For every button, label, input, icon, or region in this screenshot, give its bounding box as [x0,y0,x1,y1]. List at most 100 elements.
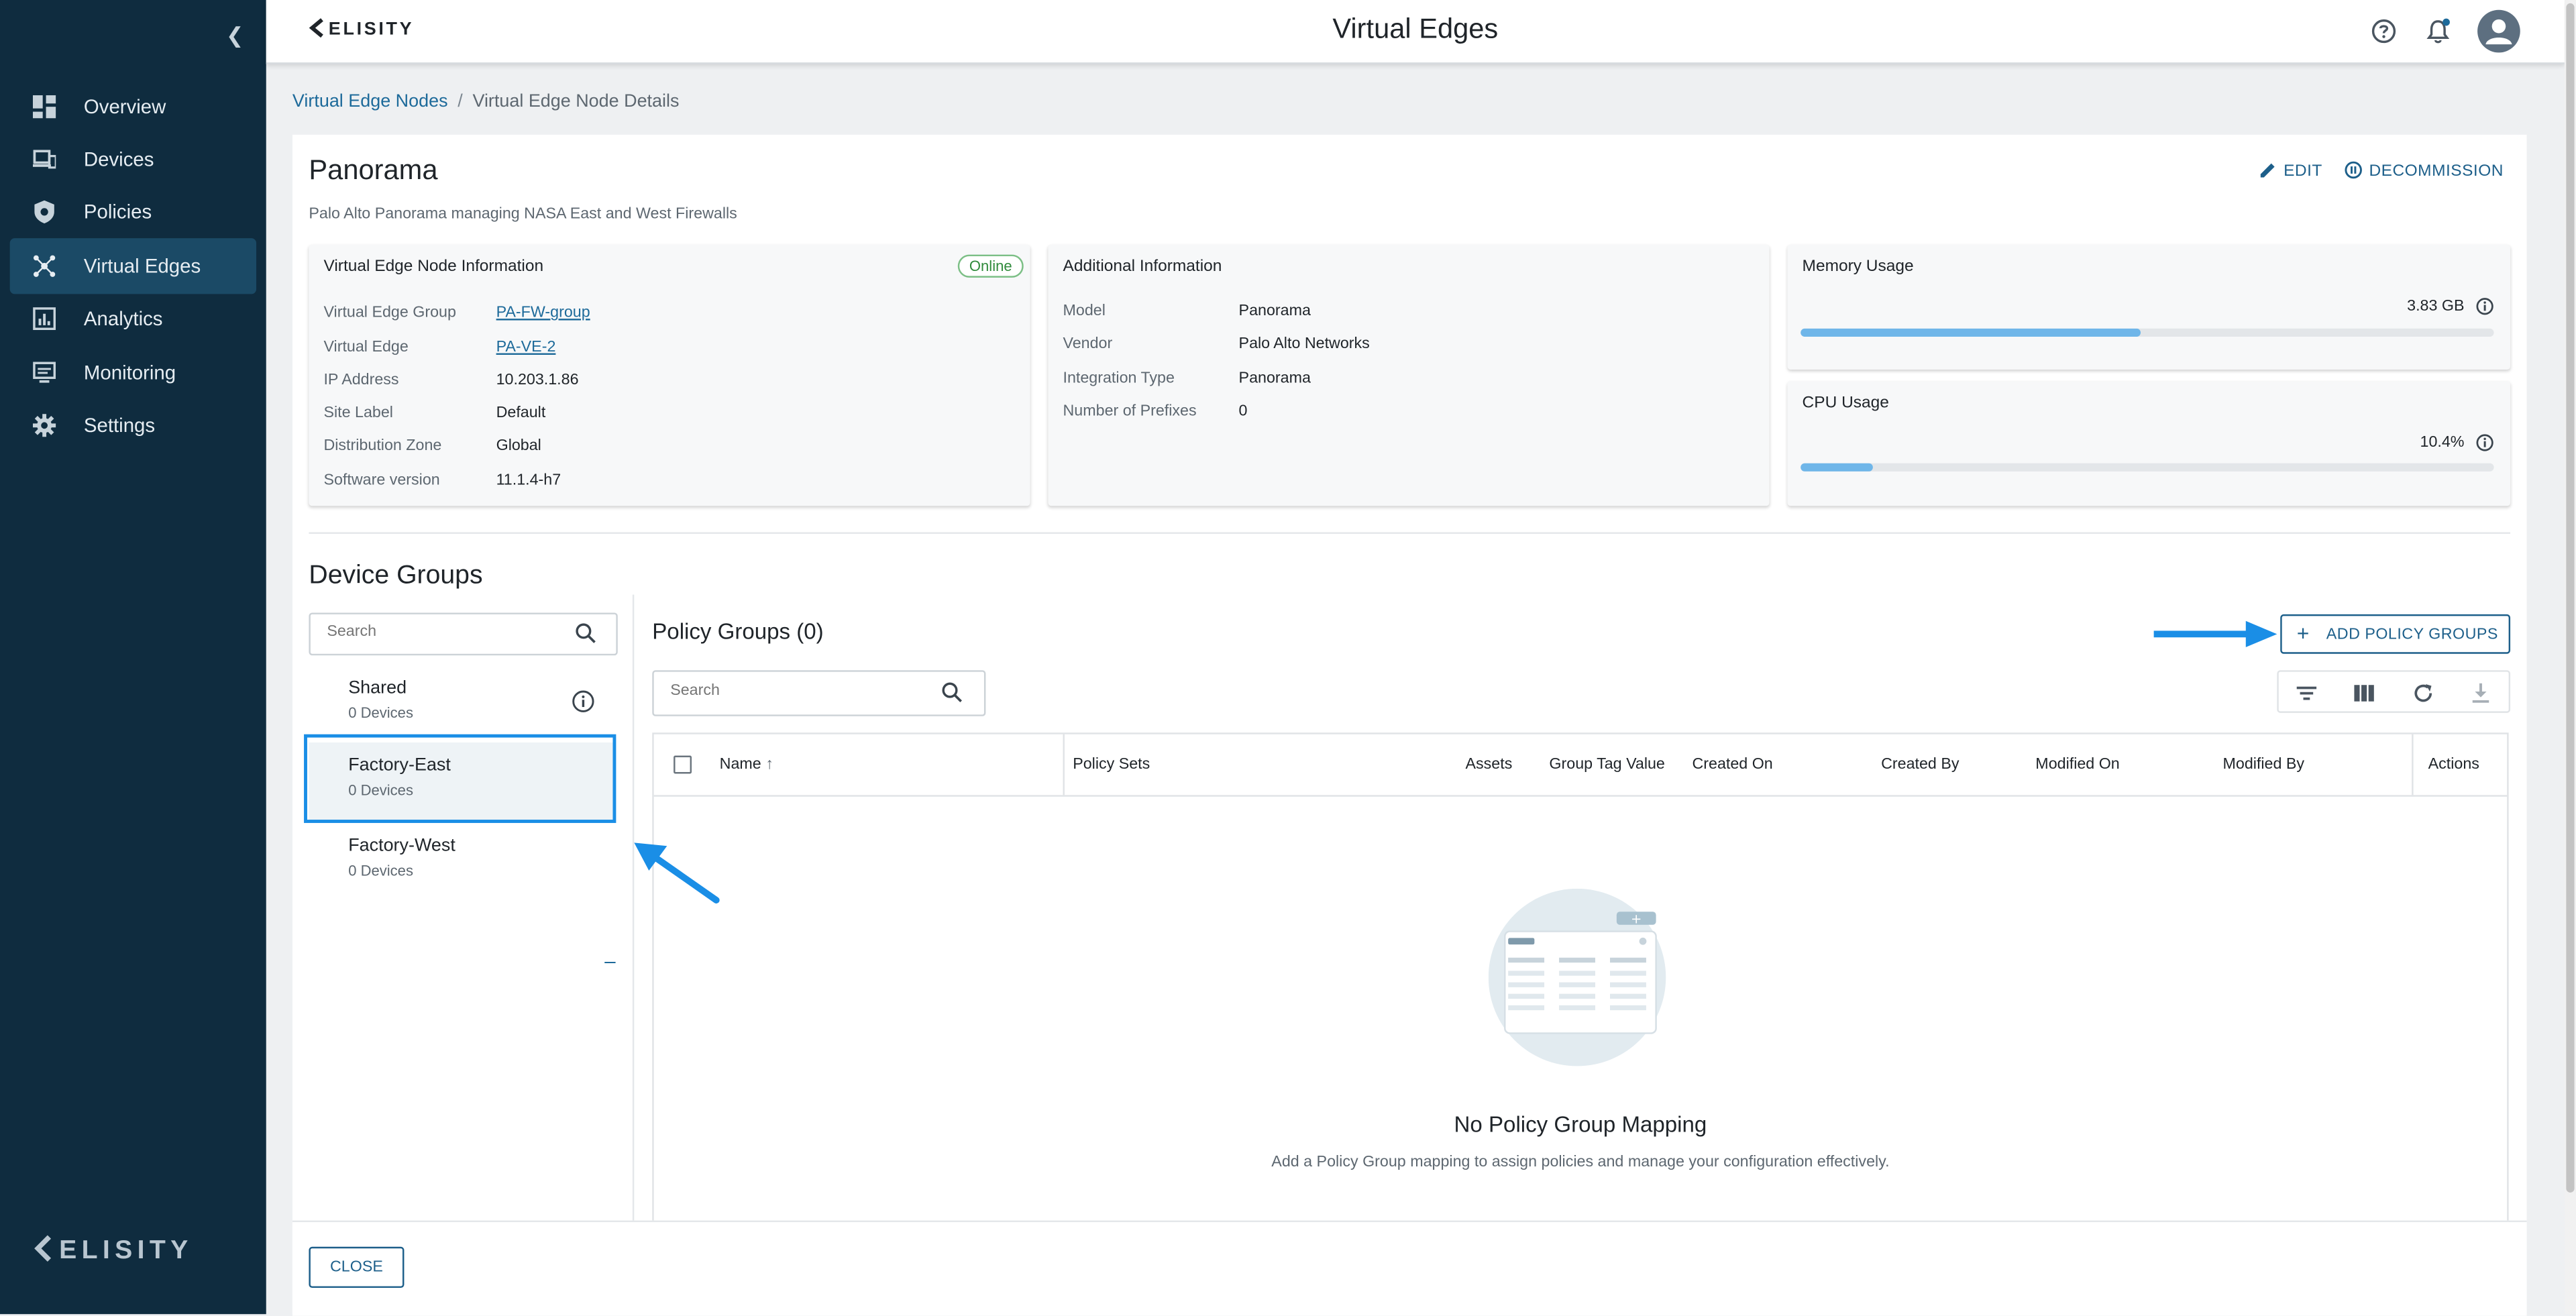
cpu-usage-bar [1801,463,2494,472]
divider [632,594,635,1223]
sidebar-item-label: Settings [83,414,156,437]
shield-icon [34,200,54,224]
svg-text:+: + [1631,911,1642,926]
info-value: Default [496,404,546,423]
edit-button[interactable]: EDIT [2259,161,2322,180]
columns-icon[interactable] [2353,681,2375,704]
sidebar-item-monitoring[interactable]: Monitoring [10,345,256,400]
sort-ascending-icon: ↑ [765,755,773,774]
column-header-modified-by[interactable]: Modified By [2222,756,2304,774]
info-key: Vendor [1063,335,1113,353]
info-value: 0 [1238,402,1248,421]
info-key: Software version [323,471,440,490]
column-header-modified-on[interactable]: Modified On [2035,756,2119,774]
column-header-name[interactable]: Name ↑ [720,756,773,774]
cpu-usage-value: 10.4% [2420,433,2465,452]
sidebar-logo: ELISITY [33,1235,193,1267]
filter-icon[interactable] [2295,681,2318,704]
device-group-name: Shared [348,678,407,698]
virtual-edge-group-link[interactable]: PA-FW-group [496,304,590,322]
sidebar-item-analytics[interactable]: Analytics [10,290,256,346]
info-key: Distribution Zone [323,437,442,455]
info-key: Virtual Edge Group [323,304,456,323]
policy-groups-table: Name ↑ Policy Sets Assets Group Tag Valu… [652,732,2509,1223]
sidebar-item-overview[interactable]: Overview [10,79,256,135]
policy-group-search[interactable] [652,670,986,716]
device-group-count: 0 Devices [348,862,413,879]
device-group-search-input[interactable] [323,620,577,643]
scrollbar-thumb[interactable] [2566,3,2575,1193]
breadcrumb-link-virtual-edge-nodes[interactable]: Virtual Edge Nodes [292,92,448,111]
search-icon[interactable] [941,681,963,703]
pencil-icon [2260,163,2275,178]
info-icon[interactable] [2476,434,2494,452]
notification-bell-icon[interactable] [2423,16,2453,46]
info-key: Site Label [323,404,393,423]
breadcrumb-separator: / [458,92,463,112]
info-icon[interactable] [572,690,594,713]
column-header-policy-sets[interactable]: Policy Sets [1073,756,1150,774]
policy-group-search-input[interactable] [667,679,936,702]
gear-icon [32,414,56,437]
sidebar-item-virtual-edges[interactable]: Virtual Edges [9,238,257,294]
empty-state-title: No Policy Group Mapping [1454,1111,1707,1137]
add-policy-groups-button[interactable]: + ADD POLICY GROUPS [2280,614,2511,654]
device-group-search[interactable] [309,612,618,656]
annotation-arrow-right-icon [2153,620,2277,647]
sidebar-item-label: Devices [83,148,154,171]
memory-usage-fill [1801,328,2141,337]
breadcrumb-current: Virtual Edge Node Details [472,92,680,112]
download-icon[interactable] [2469,681,2492,704]
refresh-icon[interactable] [2412,681,2434,704]
column-header-actions: Actions [2428,755,2479,774]
close-button[interactable]: CLOSE [309,1246,405,1288]
column-header-group-tag-value[interactable]: Group Tag Value [1549,756,1664,774]
status-badge: Online [957,254,1024,278]
column-header-assets[interactable]: Assets [1466,756,1513,774]
collapse-sidebar-icon[interactable]: ❮ [223,23,246,49]
select-all-checkbox[interactable] [674,755,692,774]
table-toolbar [2277,670,2511,713]
column-header-created-on[interactable]: Created On [1692,756,1772,774]
network-icon [33,255,56,277]
table-header: Name ↑ Policy Sets Assets Group Tag Valu… [653,734,2508,797]
device-group-shared[interactable]: Shared 0 Devices [309,665,614,745]
panel-title: Additional Information [1063,258,1222,276]
device-group-factory-west[interactable]: Factory-West 0 Devices [309,823,614,902]
info-icon[interactable] [2476,297,2494,315]
page-scrollbar[interactable] [2564,0,2576,1315]
column-header-created-by[interactable]: Created By [1881,756,1959,774]
dashboard-icon [32,95,56,119]
cpu-usage-fill [1801,463,1873,472]
device-group-count: 0 Devices [348,704,413,722]
device-groups-title: Device Groups [309,561,483,590]
empty-state-description: Add a Policy Group mapping to assign pol… [1271,1153,1890,1172]
monitor-icon [33,362,56,383]
annotation-arrow-left-icon [634,842,720,903]
info-value: 11.1.4-h7 [496,471,561,490]
sidebar-item-policies[interactable]: Policies [10,184,256,239]
info-key: Number of Prefixes [1063,402,1197,421]
help-icon[interactable] [2369,16,2398,46]
panel-title: Virtual Edge Node Information [323,258,544,276]
info-value: Panorama [1238,370,1311,388]
column-divider [2412,734,2414,796]
sidebar-item-settings[interactable]: Settings [10,398,256,453]
pause-circle-icon [2345,161,2362,179]
panel-title: Memory Usage [1802,258,1914,276]
memory-usage-value: 3.83 GB [2407,297,2465,316]
sidebar-item-label: Policies [83,200,152,224]
search-icon[interactable] [575,622,596,644]
info-key: Virtual Edge [323,338,409,357]
elisity-logo-icon [34,1235,52,1262]
virtual-edge-link[interactable]: PA-VE-2 [496,338,556,356]
footer [292,1220,2527,1316]
decommission-button[interactable]: DECOMMISSION [2345,161,2504,180]
collapse-list-button[interactable]: – [604,950,615,973]
sidebar-item-label: Analytics [83,307,163,331]
sidebar-item-devices[interactable]: Devices [10,131,256,187]
column-divider[interactable] [1063,734,1065,796]
node-description: Palo Alto Panorama managing NASA East an… [309,205,737,224]
user-avatar[interactable] [2477,9,2520,53]
memory-usage-bar [1801,328,2494,337]
